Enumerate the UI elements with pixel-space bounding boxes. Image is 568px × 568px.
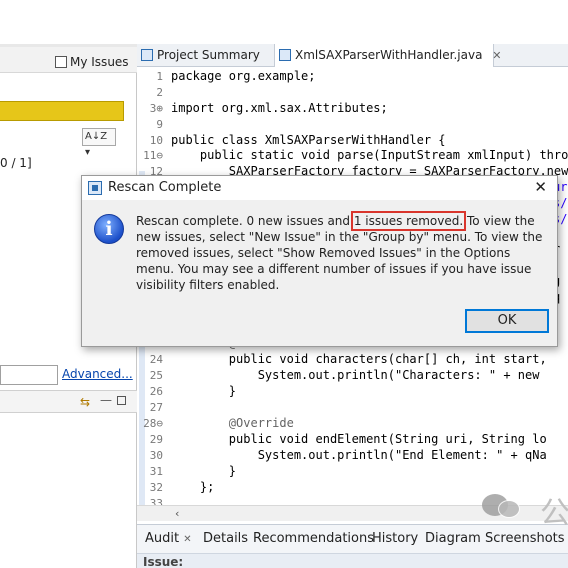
line-number: 32 — [149, 481, 163, 494]
line-number: 10 — [149, 134, 163, 147]
line-number: 3⊕ — [149, 102, 163, 115]
line-number: 25 — [149, 369, 163, 382]
code-line[interactable]: import org.xml.sax.Attributes; — [171, 101, 388, 115]
project-summary-icon — [141, 49, 153, 61]
sort-az-icon: A↓Z — [85, 131, 108, 142]
line-number: 9 — [156, 118, 163, 131]
tab-xml-sax-parser[interactable]: XmlSAXParserWithHandler.java ✕ — [274, 44, 501, 67]
minimize-icon[interactable]: — — [100, 393, 112, 407]
dialog-message: Rescan complete. 0 new issues and 1 issu… — [136, 211, 552, 293]
code-line[interactable]: System.out.println("End Element: " + qNa — [171, 448, 547, 462]
close-icon[interactable]: ✕ — [534, 178, 547, 196]
line-number: 26 — [149, 385, 163, 398]
issue-row: Issue: — [137, 553, 568, 568]
sort-dropdown-button[interactable]: A↓Z ▾ — [82, 128, 116, 158]
line-number: 1 — [156, 70, 163, 83]
link-icon[interactable]: ⇆ — [80, 395, 90, 409]
search-input[interactable] — [0, 365, 58, 385]
line-number: 31 — [149, 465, 163, 478]
issue-category-bar[interactable] — [0, 101, 124, 121]
app-icon — [88, 181, 102, 195]
editor-tabbar: Project Summary XmlSAXParserWithHandler.… — [137, 44, 568, 67]
tab-details[interactable]: Details — [203, 531, 248, 546]
tab-diagram[interactable]: Diagram — [425, 531, 481, 546]
message-text: Rescan complete. 0 new issues and — [136, 214, 354, 228]
code-line[interactable]: public void endElement(String uri, Strin… — [171, 432, 547, 446]
java-file-icon — [279, 49, 291, 61]
tab-label: Project Summary — [157, 48, 260, 62]
issue-label: Issue: — [143, 555, 184, 568]
tab-label: Audit — [145, 531, 180, 546]
wechat-watermark: 公 — [478, 486, 568, 531]
code-line[interactable]: @Override — [171, 416, 294, 430]
code-line[interactable]: package org.example; — [171, 69, 316, 83]
wechat-bubble-icon — [498, 500, 520, 518]
dialog-body: i Rescan complete. 0 new issues and 1 is… — [82, 200, 557, 346]
issues-removed-highlight: 1 issues removed. — [350, 211, 467, 231]
line-number: 29 — [149, 433, 163, 446]
dialog-titlebar[interactable]: Rescan Complete ✕ — [82, 176, 557, 200]
close-tab-icon[interactable]: ✕ — [492, 49, 501, 62]
line-number: 28⊖ — [143, 417, 163, 430]
code-line[interactable]: System.out.println("Characters: " + new — [171, 368, 540, 382]
close-tab-icon[interactable]: ✕ — [183, 534, 191, 545]
code-line[interactable]: public static void parse(InputStream xml… — [171, 148, 568, 162]
advanced-link[interactable]: Advanced... — [62, 367, 133, 381]
line-number: 2 — [156, 86, 163, 99]
line-number: 11⊖ — [143, 149, 163, 162]
tab-audit[interactable]: Audit ✕ — [145, 531, 192, 546]
code-line[interactable]: } — [171, 464, 236, 478]
code-line[interactable]: }; — [171, 480, 214, 494]
dialog-title: Rescan Complete — [108, 180, 222, 195]
tab-project-summary[interactable]: Project Summary — [137, 44, 272, 67]
line-number: 30 — [149, 449, 163, 462]
my-issues-checkbox[interactable] — [55, 56, 67, 68]
issue-counter: 0 / 1] — [0, 156, 32, 170]
bottom-tabbar: Audit ✕ Details Recommendations History … — [137, 524, 568, 568]
tab-recommendations[interactable]: Recommendations — [253, 531, 374, 546]
rescan-complete-dialog: Rescan Complete ✕ i Rescan complete. 0 n… — [81, 175, 558, 347]
code-line[interactable]: public class XmlSAXParserWithHandler { — [171, 133, 446, 147]
issues-panel-header: My Issues — [0, 47, 137, 73]
code-line[interactable]: } — [171, 384, 236, 398]
watermark-text: 公 — [540, 496, 568, 531]
maximize-icon[interactable] — [117, 396, 126, 405]
ok-button[interactable]: OK — [465, 309, 549, 333]
my-issues-label: My Issues — [70, 55, 129, 69]
code-line[interactable]: public void characters(char[] ch, int st… — [171, 352, 547, 366]
analysis-toolbar: ⇆ — — [0, 391, 137, 413]
tab-label: XmlSAXParserWithHandler.java — [295, 48, 483, 62]
info-icon: i — [94, 214, 124, 244]
tab-history[interactable]: History — [372, 531, 418, 546]
line-number: 24 — [149, 353, 163, 366]
line-number: 27 — [149, 401, 163, 414]
tab-screenshots[interactable]: Screenshots — [485, 531, 565, 546]
scroll-left-icon[interactable]: ‹ — [175, 507, 179, 520]
